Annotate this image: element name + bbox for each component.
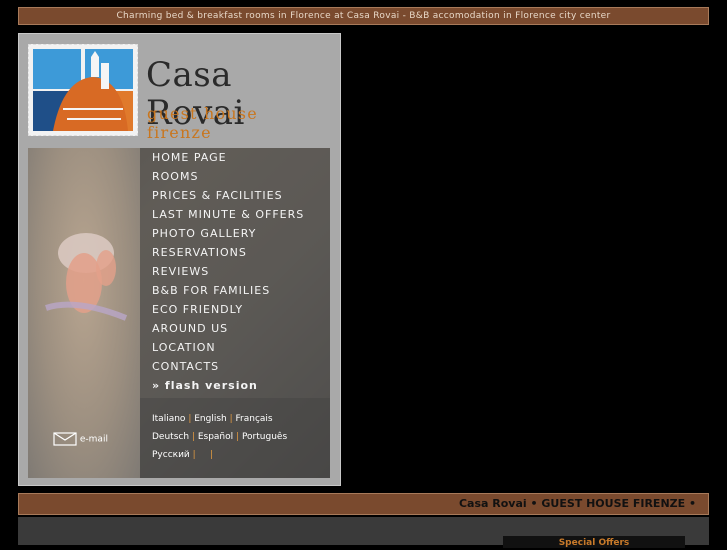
top-banner: Charming bed & breakfast rooms in Floren…	[18, 7, 709, 25]
menu-item-flash-version[interactable]: » flash version	[152, 377, 304, 396]
lang-espanol[interactable]: Español	[198, 432, 233, 442]
lang-francais[interactable]: Français	[236, 414, 273, 424]
special-offers-button[interactable]: Special Offers	[503, 536, 685, 548]
side-panel: Casa Rovai guest house firenze HOME PAGE…	[18, 33, 341, 486]
menu-item-location[interactable]: LOCATION	[152, 339, 304, 358]
menu-item-reviews[interactable]: REVIEWS	[152, 263, 304, 282]
menu-item-around-us[interactable]: AROUND US	[152, 320, 304, 339]
fresco-photo: HOME PAGE ROOMS PRICES & FACILITIES LAST…	[28, 148, 330, 478]
email-label: e-mail	[79, 434, 108, 445]
logo[interactable]: Casa Rovai guest house firenze	[28, 44, 328, 142]
email-link[interactable]: e-mail	[53, 432, 108, 446]
lang-italiano[interactable]: Italiano	[152, 414, 185, 424]
menu-item-eco[interactable]: ECO FRIENDLY	[152, 301, 304, 320]
menu-item-rooms[interactable]: ROOMS	[152, 168, 304, 187]
language-row: Русский | |	[152, 450, 214, 460]
menu-item-contacts[interactable]: CONTACTS	[152, 358, 304, 377]
language-selector: Italiano | English | Français Deutsch | …	[140, 398, 330, 478]
menu-item-reservations[interactable]: RESERVATIONS	[152, 244, 304, 263]
brand-tagline: guest house firenze	[147, 104, 258, 142]
language-row: Italiano | English | Français	[152, 414, 273, 424]
lang-english[interactable]: English	[194, 414, 227, 424]
logo-stamp-icon	[28, 44, 138, 136]
menu-item-prices[interactable]: PRICES & FACILITIES	[152, 187, 304, 206]
envelope-icon	[53, 432, 77, 446]
menu-item-families[interactable]: B&B FOR FAMILIES	[152, 282, 304, 301]
main-menu: HOME PAGE ROOMS PRICES & FACILITIES LAST…	[140, 148, 330, 398]
lang-deutsch[interactable]: Deutsch	[152, 432, 189, 442]
lang-portugues[interactable]: Português	[242, 432, 287, 442]
cherub-image-icon	[45, 233, 128, 321]
bottom-banner: Casa Rovai • GUEST HOUSE FIRENZE •	[18, 493, 709, 515]
menu-item-photo-gallery[interactable]: PHOTO GALLERY	[152, 225, 304, 244]
menu-item-home[interactable]: HOME PAGE	[152, 149, 304, 168]
language-row: Deutsch | Español | Português	[152, 432, 288, 442]
menu-item-last-minute[interactable]: LAST MINUTE & OFFERS	[152, 206, 304, 225]
lang-russian[interactable]: Русский	[152, 450, 190, 460]
